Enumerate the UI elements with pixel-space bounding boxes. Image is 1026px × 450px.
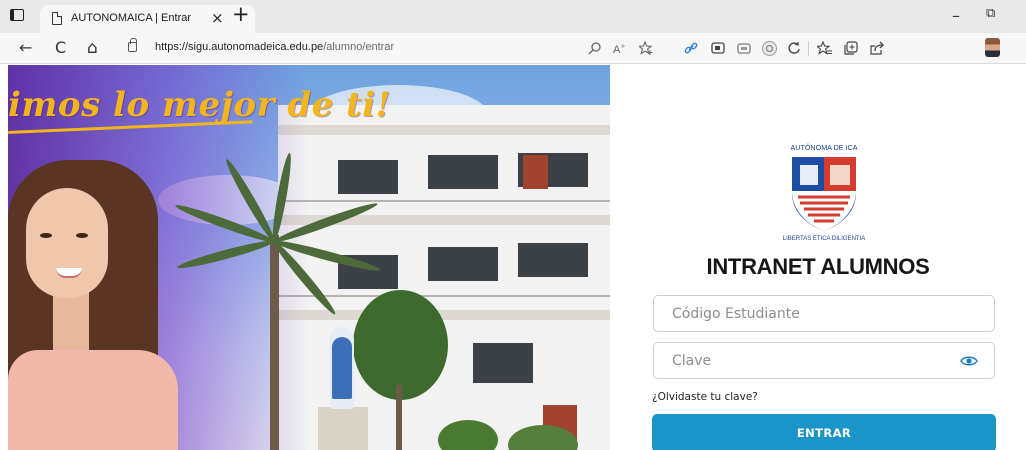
sidebar-toggle-icon[interactable]	[10, 9, 24, 21]
student-photo	[8, 160, 178, 450]
close-tab-icon[interactable]: ×	[211, 9, 224, 27]
collections-icon[interactable]	[844, 41, 858, 55]
railing	[278, 200, 610, 202]
search-icon[interactable]	[588, 41, 602, 55]
smile	[56, 268, 82, 278]
favorites-icon[interactable]	[817, 41, 832, 55]
url-path: /alumno/entrar	[323, 41, 395, 53]
page-icon	[52, 12, 62, 25]
password-input[interactable]	[654, 343, 994, 378]
hero-slogan: imos lo mejor de ti!	[8, 85, 392, 125]
forgot-password-link[interactable]: ¿Olvidaste tu clave?	[652, 391, 758, 403]
url-text[interactable]: https://sigu.autonomadeica.edu.pe/alumno…	[155, 41, 394, 53]
screen-icon[interactable]	[711, 42, 725, 55]
page-title: INTRANET ALUMNOS	[706, 254, 930, 279]
favorite-add-icon[interactable]	[639, 41, 653, 55]
minimize-icon[interactable]: –	[952, 6, 960, 25]
profile-avatar[interactable]	[985, 38, 1000, 57]
logo-title: AUTÓNOMA DE ICA	[790, 143, 857, 152]
railing	[278, 295, 610, 297]
campus-building	[278, 105, 610, 450]
building-window	[518, 243, 588, 277]
browser-tab[interactable]: AUTONOMAICA | Entrar ×	[40, 5, 255, 33]
lock-icon[interactable]	[128, 38, 137, 52]
tree-crown	[353, 290, 448, 400]
svg-text:A: A	[613, 44, 621, 55]
tab-title: AUTONOMAICA | Entrar	[71, 12, 192, 24]
hero-image: imos lo mejor de ti!	[8, 65, 610, 450]
back-icon[interactable]: ←	[19, 38, 32, 58]
tree-trunk	[396, 385, 402, 450]
student-code-input[interactable]	[654, 296, 994, 331]
shirt	[8, 350, 178, 450]
url-host: https://sigu.autonomadeica.edu.pe	[155, 41, 324, 53]
new-tab-icon[interactable]: +	[232, 3, 250, 25]
university-logo: AUTÓNOMA DE ICA LIBERTAS ETICA DILIGENTI…	[778, 141, 870, 243]
browser-tab-bar: AUTONOMAICA | Entrar × + – ⧉	[0, 0, 1026, 33]
login-panel: AUTÓNOMA DE ICA LIBERTAS ETICA DILIGENTI…	[610, 65, 1026, 450]
door	[523, 155, 548, 189]
floor-band	[278, 310, 610, 320]
wallet-icon[interactable]	[737, 42, 751, 55]
read-aloud-icon[interactable]: A»	[613, 41, 627, 55]
svg-text:»: »	[621, 43, 625, 50]
share-icon[interactable]	[870, 41, 884, 55]
statue-pedestal	[318, 407, 368, 450]
refresh-icon[interactable]: C	[55, 38, 66, 58]
floor-band	[278, 125, 610, 135]
ring-icon[interactable]	[761, 40, 778, 57]
login-button[interactable]: ENTRAR	[652, 414, 996, 450]
browser-toolbar: ← C ⌂ https://sigu.autonomadeica.edu.pe/…	[0, 33, 1026, 88]
building-window	[473, 343, 533, 383]
address-bar[interactable]: https://sigu.autonomadeica.edu.pe/alumno…	[112, 36, 612, 60]
home-icon[interactable]: ⌂	[87, 38, 98, 58]
link-icon[interactable]	[684, 41, 698, 55]
logo-motto: LIBERTAS ETICA DILIGENTIA	[783, 236, 865, 242]
virgin-statue	[330, 327, 354, 409]
eye	[76, 233, 88, 238]
palm-trunk	[270, 235, 279, 450]
password-field[interactable]	[653, 342, 995, 379]
building-window	[428, 155, 498, 189]
eye	[40, 233, 52, 238]
refresh-extension-icon[interactable]	[787, 41, 801, 55]
restore-icon[interactable]: ⧉	[986, 6, 995, 21]
building-window	[428, 247, 498, 281]
face	[26, 188, 108, 298]
student-code-field[interactable]	[653, 295, 995, 332]
show-password-icon[interactable]	[960, 355, 978, 367]
building-window	[338, 160, 398, 194]
toolbar-divider	[808, 41, 809, 56]
neck	[53, 290, 89, 355]
